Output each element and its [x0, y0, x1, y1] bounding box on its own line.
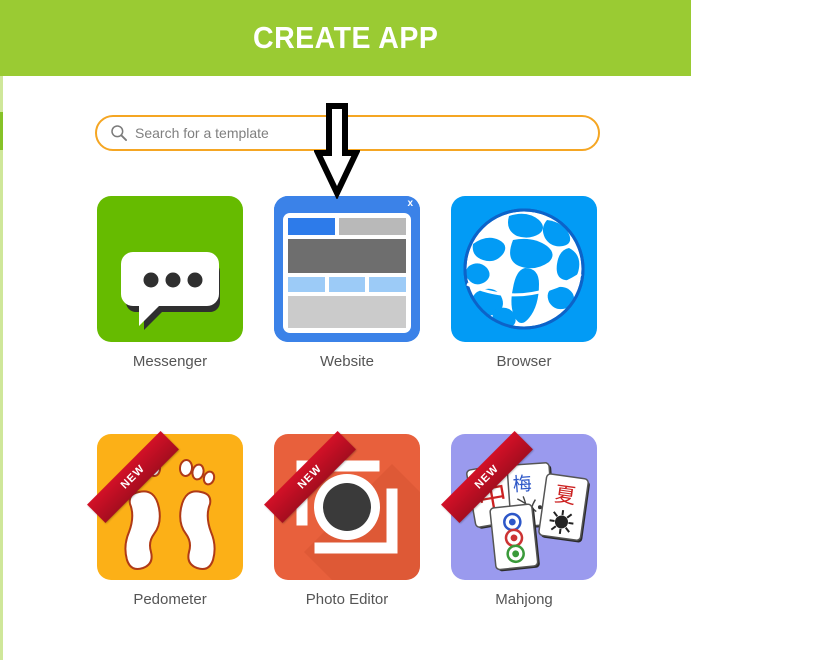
template-card-mahjong[interactable]: 中 梅 夏 NEW Mahjong	[441, 431, 599, 610]
website-tile[interactable]: x	[274, 196, 420, 342]
template-card-pedometer[interactable]: NEW Pedometer	[87, 431, 245, 610]
left-edge-strip	[0, 76, 3, 660]
template-card-messenger[interactable]: Messenger	[95, 196, 245, 372]
globe-icon	[451, 196, 597, 342]
browser-hero-block	[288, 239, 406, 273]
search-bar[interactable]	[95, 115, 600, 151]
template-row: NEW Pedometer NEW Photo Editor 中 梅 夏 NEW…	[87, 431, 601, 610]
template-label: Website	[320, 353, 374, 370]
browser-window-icon	[274, 196, 420, 342]
page-header: CREATE APP	[0, 0, 691, 76]
template-label: Mahjong	[495, 591, 553, 608]
browser-topbar-row	[288, 218, 406, 235]
browser-nav-block	[339, 218, 406, 235]
browser-column-block	[288, 276, 325, 292]
svg-text:夏: 夏	[553, 482, 577, 509]
close-icon[interactable]: x	[407, 197, 413, 211]
left-edge-strip-highlight	[0, 112, 3, 150]
search-icon	[109, 123, 129, 143]
browser-footer-block	[288, 295, 406, 328]
template-label: Pedometer	[133, 591, 207, 608]
browser-columns-row	[288, 276, 407, 292]
pedometer-tile[interactable]: NEW	[87, 431, 243, 580]
template-card-browser[interactable]: Browser	[449, 196, 599, 372]
browser-window-body	[283, 213, 411, 333]
template-label: Messenger	[132, 353, 208, 370]
template-row: Messenger x Website Browser	[95, 196, 601, 372]
messenger-tile[interactable]	[97, 196, 243, 342]
photo-editor-tile[interactable]: NEW	[264, 431, 420, 580]
browser-tile[interactable]	[451, 196, 597, 342]
browser-column-block	[328, 276, 366, 292]
template-label: Browser	[496, 353, 552, 370]
template-label: Photo Editor	[305, 591, 389, 608]
svg-text:梅: 梅	[512, 473, 533, 496]
search-input[interactable]	[135, 117, 598, 149]
page-title: CREATE APP	[252, 20, 439, 55]
browser-column-block	[369, 276, 407, 292]
mahjong-tile[interactable]: 中 梅 夏 NEW	[441, 431, 597, 580]
create-app-page: CREATE APP Search for a template Messeng…	[0, 0, 819, 660]
template-card-photo-editor[interactable]: NEW Photo Editor	[264, 431, 422, 610]
chat-bubble-icon	[97, 196, 243, 342]
template-card-website[interactable]: x Website	[272, 196, 422, 372]
browser-logo-block	[288, 218, 336, 235]
template-grid: Messenger x Website Browser NEW Pedomete…	[87, 196, 601, 628]
